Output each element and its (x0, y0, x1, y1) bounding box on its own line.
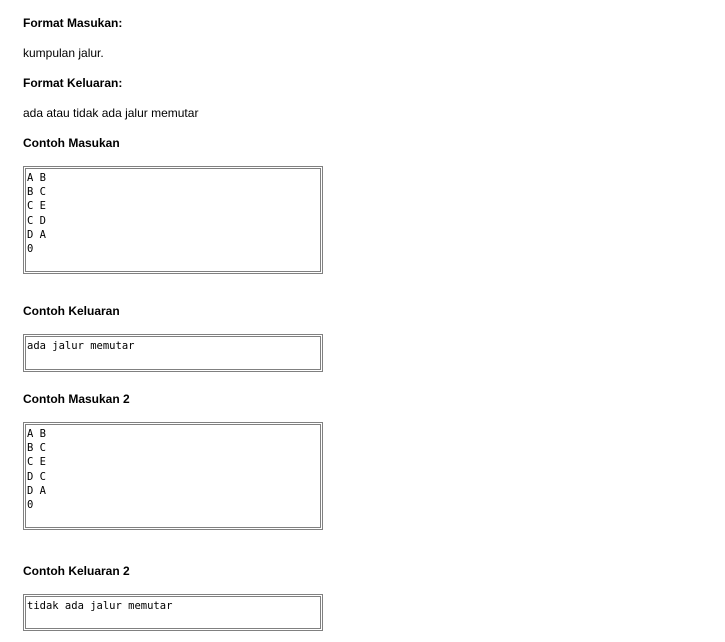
code-line: tidak ada jalur memutar (27, 600, 173, 612)
example-output-2-box[interactable]: tidak ada jalur memutar (23, 594, 323, 631)
format-input-text: kumpulan jalur. (23, 46, 104, 60)
code-line: B C (27, 186, 46, 199)
example-output-1-heading: Contoh Keluaran (23, 304, 120, 318)
code-line: D A (27, 484, 46, 497)
example-output-1-box[interactable]: ada jalur memutar (23, 334, 323, 372)
example-output-2-heading: Contoh Keluaran 2 (23, 564, 130, 578)
example-input-1-textarea[interactable]: A B B C C E C D D A 0 (25, 168, 321, 272)
format-output-heading: Format Keluaran: (23, 76, 123, 90)
code-line: D C (27, 470, 46, 483)
example-input-1-heading: Contoh Masukan (23, 136, 120, 150)
code-line: A B (27, 428, 46, 440)
code-line: C E (27, 200, 46, 213)
code-line: 0 (27, 243, 34, 256)
code-line: ada jalur memutar (27, 340, 135, 352)
code-line: A B (27, 172, 46, 184)
code-line: C D (27, 214, 46, 227)
example-input-2-heading: Contoh Masukan 2 (23, 392, 130, 406)
example-input-1-box[interactable]: A B B C C E C D D A 0 (23, 166, 323, 274)
format-input-heading: Format Masukan: (23, 16, 123, 30)
example-output-2-textarea[interactable]: tidak ada jalur memutar (25, 596, 321, 629)
example-input-2-box[interactable]: A B B C C E D C D A 0 (23, 422, 323, 530)
code-line: B C (27, 442, 46, 455)
code-line: C E (27, 456, 46, 469)
format-output-text: ada atau tidak ada jalur memutar (23, 106, 199, 120)
code-line: 0 (27, 499, 34, 512)
code-line: D A (27, 228, 46, 241)
example-output-1-textarea[interactable]: ada jalur memutar (25, 336, 321, 370)
example-input-2-textarea[interactable]: A B B C C E D C D A 0 (25, 424, 321, 528)
